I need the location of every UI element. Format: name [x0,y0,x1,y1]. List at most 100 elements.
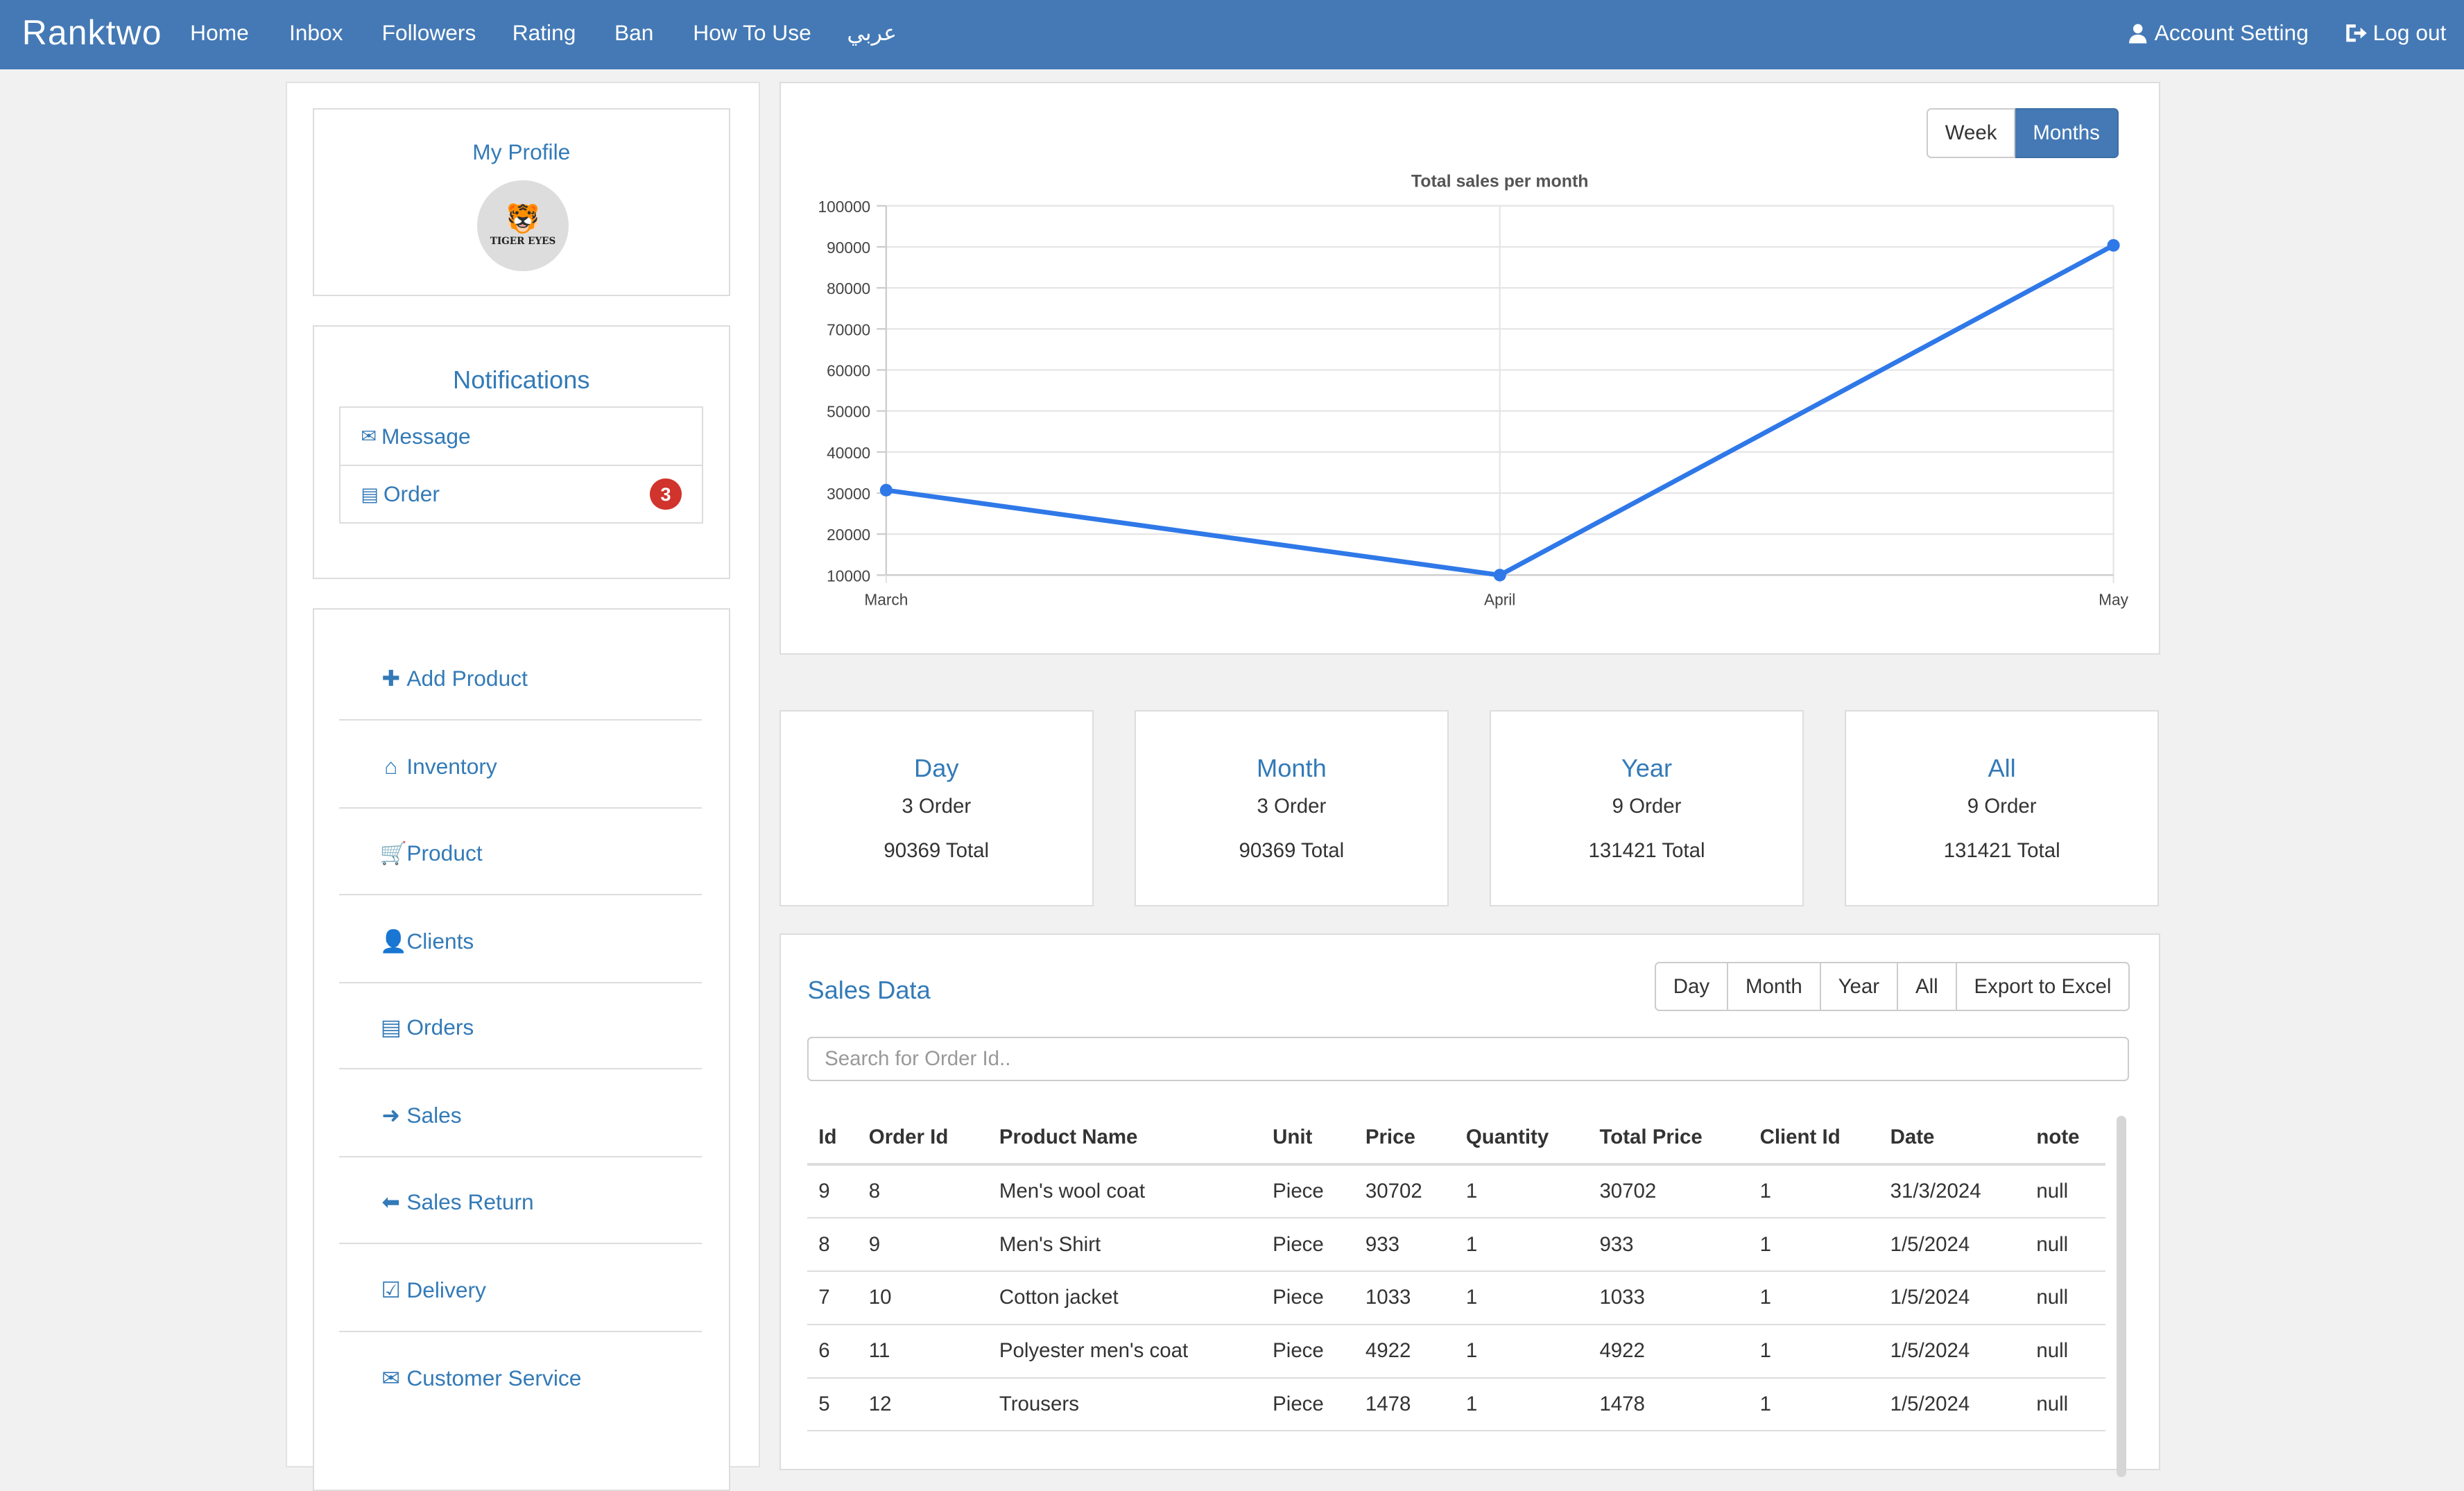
notification-message[interactable]: ✉ Message [341,408,702,465]
table-header-row: Id Order Id Product Name Unit Price Quan… [807,1112,2106,1166]
menu-add-product[interactable]: ✚ Add Product [338,633,703,721]
arrow-left-icon: ⬅ [381,1189,400,1214]
sales-filter-group: Day Month Year All Export to Excel [1654,961,2130,1012]
chart-title: Total sales per month [1411,171,1589,191]
y-tick-label: 40000 [827,444,870,462]
nav-rating[interactable]: Rating [512,20,576,46]
nav-inbox[interactable]: Inbox [289,20,343,46]
table-scrollbar[interactable] [2117,1115,2126,1477]
cell-unit: Piece [1261,1271,1354,1325]
filter-year-button[interactable]: Year [1820,961,1899,1012]
sales-data-title: Sales Data [807,975,931,1004]
plus-icon: ✚ [381,666,400,691]
cell-date: 1/5/2024 [1879,1324,2026,1379]
cell-id: 6 [807,1324,858,1379]
stat-day-orders: 3 Order [902,795,972,818]
col-price: Price [1354,1112,1455,1166]
months-button[interactable]: Months [2015,108,2119,159]
stat-month-total: 90369 Total [1239,838,1345,862]
cell-total-price: 30702 [1588,1164,1749,1219]
menu-orders[interactable]: ▤ Orders [338,982,703,1070]
stat-all-total: 131421 Total [1943,838,2060,862]
menu-sales[interactable]: ➜ Sales [338,1070,703,1158]
nav-followers[interactable]: Followers [382,20,476,46]
x-tick-label: March [864,590,908,608]
menu-sales-label: Sales [406,1103,462,1128]
nav-arabic[interactable]: عربي [847,20,897,46]
week-button[interactable]: Week [1926,108,2016,159]
cell-note: null [2025,1377,2106,1432]
cell-quantity: 1 [1454,1271,1589,1325]
menu-product[interactable]: 🛒 Product [338,807,703,895]
table-row[interactable]: 8 9 Men's Shirt Piece 933 1 933 1 1/5/2024 null [807,1218,2106,1273]
account-setting-label: Account Setting [2154,20,2309,46]
sales-data-card: Sales Data Day Month Year All Export to … [779,933,2161,1477]
nav-how-to-use[interactable]: How To Use [693,20,811,46]
filter-month-button[interactable]: Month [1728,961,1821,1012]
logout-link[interactable]: Log out [2345,20,2447,46]
menu-sales-return[interactable]: ⬅ Sales Return [338,1156,703,1244]
table-row[interactable]: 9 8 Men's wool coat Piece 30702 1 30702 1 31/3/2… [807,1164,2106,1219]
stat-card-day: Day 3 Order 90369 Total [779,710,1094,906]
order-id-search-input[interactable] [807,1037,2130,1081]
brand-logo[interactable]: Ranktwo [22,12,162,53]
y-tick-label: 10000 [827,567,870,585]
stat-card-year: Year 9 Order 131421 Total [1490,710,1804,906]
data-point [1493,569,1506,582]
menu-add-product-label: Add Product [406,666,528,691]
menu-card: ✚ Add Product ⌂ Inventory 🛒 Product 👤 Client… [312,607,730,1491]
col-date: Date [1879,1112,2026,1166]
stat-day-title: Day [914,754,959,783]
col-note: note [2025,1112,2106,1166]
logout-label: Log out [2372,20,2447,46]
cell-unit: Piece [1261,1324,1354,1379]
avatar-logo-text: TIGER EYES [490,236,556,248]
cell-client-id: 1 [1748,1377,1879,1432]
y-tick-label: 20000 [827,526,870,544]
cell-client-id: 1 [1748,1271,1879,1325]
cell-unit: Piece [1261,1377,1354,1432]
tiger-logo-icon: 🐯 [505,202,541,235]
export-excel-button[interactable]: Export to Excel [1956,961,2130,1012]
profile-card: My Profile 🐯 TIGER EYES [312,108,730,297]
cell-order-id: 11 [857,1324,988,1379]
cell-note: null [2025,1324,2106,1379]
nav-home[interactable]: Home [190,20,249,46]
table-row[interactable]: 6 11 Polyester men's coat Piece 4922 1 4922 1 1/… [807,1324,2106,1379]
avatar[interactable]: 🐯 TIGER EYES [477,180,569,272]
menu-customer-service[interactable]: ✉ Customer Service [339,1332,702,1419]
arrow-right-icon: ➜ [381,1103,400,1128]
stat-year-orders: 9 Order [1612,795,1682,818]
menu-clients[interactable]: 👤 Clients [338,895,703,983]
profile-title[interactable]: My Profile [314,139,729,165]
stat-year-total: 131421 Total [1588,838,1705,862]
notification-order-label: Order [383,481,440,507]
y-tick-label: 90000 [827,239,870,257]
table-row[interactable]: 7 10 Cotton jacket Piece 1033 1 1033 1 1/5/2024 n… [807,1271,2106,1325]
menu-inventory-label: Inventory [406,754,497,779]
account-setting-link[interactable]: Account Setting [2128,20,2309,46]
cell-order-id: 8 [857,1164,988,1219]
nav-ban[interactable]: Ban [614,20,653,46]
stat-all-title: All [1988,754,2016,783]
table-row[interactable]: 5 12 Trousers Piece 1478 1 1478 1 1/5/2024 null [807,1377,2106,1432]
filter-day-button[interactable]: Day [1654,961,1729,1012]
cart-icon: 🛒 [379,840,408,865]
y-tick-label: 70000 [827,320,870,338]
cell-product-name: Trousers [988,1377,1262,1432]
cell-product-name: Men's wool coat [988,1164,1262,1219]
filter-all-button[interactable]: All [1898,961,1957,1012]
cell-quantity: 1 [1454,1324,1589,1379]
notification-order[interactable]: ▤ Order 3 [340,464,703,523]
stat-month-title: Month [1257,754,1327,783]
x-tick-label: April [1484,590,1515,608]
col-order-id: Order Id [857,1112,988,1166]
menu-delivery[interactable]: ☑ Delivery [338,1244,703,1332]
notifications-card: Notifications ✉ Message ▤ Order 3 [312,325,730,580]
sales-table: Id Order Id Product Name Unit Price Quan… [807,1112,2106,1432]
stat-card-all: All 9 Order 131421 Total [1845,710,2159,906]
menu-inventory[interactable]: ⌂ Inventory [338,721,703,809]
menu-orders-label: Orders [406,1015,474,1040]
stat-month-orders: 3 Order [1257,795,1327,818]
cell-id: 8 [807,1218,858,1273]
